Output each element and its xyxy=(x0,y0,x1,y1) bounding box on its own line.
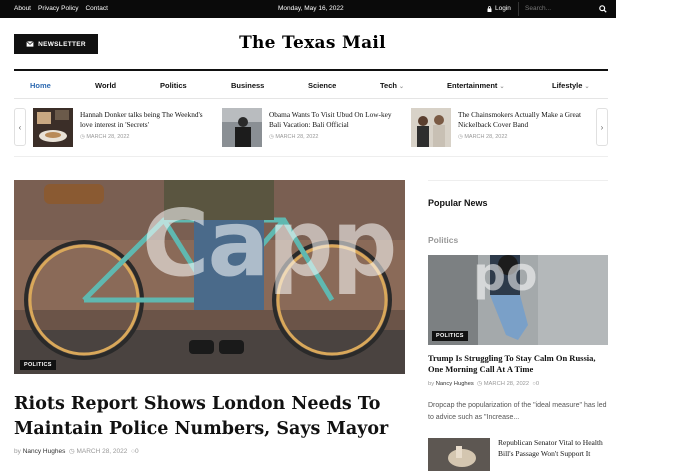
chevron-left-icon: ‹ xyxy=(18,122,22,132)
top-bar: About Privacy Policy Contact Monday, May… xyxy=(0,0,616,18)
login-link[interactable]: Login xyxy=(487,5,511,12)
current-date: Monday, May 16, 2022 xyxy=(278,5,344,12)
date-text: MARCH 28, 2022 xyxy=(275,134,319,140)
comment-count[interactable]: 0 xyxy=(536,381,539,387)
nav-item-business[interactable]: Business xyxy=(231,81,264,90)
search-icon[interactable] xyxy=(599,5,607,13)
sidebar-watermark: po xyxy=(473,255,538,301)
nav-item-tech[interactable]: Tech ⌄ xyxy=(380,81,404,90)
search-input[interactable]: Search... xyxy=(518,2,610,16)
ticker-title[interactable]: Obama Wants To Visit Ubud On Low-key Bal… xyxy=(269,110,399,130)
category-badge[interactable]: POLITICS xyxy=(432,331,468,341)
sidebar-featured-image[interactable]: po POLITICS xyxy=(428,255,608,345)
sidebar-featured-title[interactable]: Trump Is Struggling To Stay Calm On Russ… xyxy=(428,353,608,375)
clock-icon: ◷ xyxy=(68,448,75,455)
chevron-right-icon: › xyxy=(600,122,604,132)
category-badge[interactable]: POLITICS xyxy=(20,360,56,370)
lock-icon xyxy=(487,5,492,12)
ticker-date: ◷ MARCH 28, 2022 xyxy=(269,134,319,140)
ticker-thumbnail xyxy=(33,108,73,147)
nav-label: Entertainment xyxy=(447,81,498,90)
ticker-date: ◷ MARCH 28, 2022 xyxy=(458,134,508,140)
main-nav: Home World Politics Business Science Tec… xyxy=(14,69,608,99)
chevron-down-icon: ⌄ xyxy=(499,84,505,90)
sidebar-next-photo xyxy=(428,438,490,471)
post-date: MARCH 28, 2022 xyxy=(483,381,530,387)
hero-watermark: Capp xyxy=(142,190,397,297)
hero-image[interactable]: Capp POLITICS xyxy=(14,180,405,374)
nav-item-science[interactable]: Science xyxy=(308,81,336,90)
ticker-date: ◷ MARCH 28, 2022 xyxy=(80,134,130,140)
clock-icon: ◷ xyxy=(477,381,483,387)
author-link[interactable]: Nancy Hughes xyxy=(436,381,474,387)
ticker-carousel: ‹ Hannah Donker talks being The Weeknd's… xyxy=(14,100,608,157)
popular-news-heading: Popular News xyxy=(428,198,488,208)
nav-label: Tech xyxy=(380,81,397,90)
sidebar-next-title[interactable]: Republican Senator Vital to Health Bill'… xyxy=(498,438,606,459)
nav-label: Science xyxy=(308,81,337,90)
envelope-icon xyxy=(26,41,34,47)
newsletter-button[interactable]: NEWSLETTER xyxy=(14,34,98,54)
nav-item-entertainment[interactable]: Entertainment ⌄ xyxy=(447,81,504,90)
nav-item-world[interactable]: World xyxy=(95,81,116,90)
nav-item-home[interactable]: Home xyxy=(30,81,51,90)
nav-item-lifestyle[interactable]: Lifestyle ⌄ xyxy=(552,81,589,90)
author-link[interactable]: Nancy Hughes xyxy=(23,448,66,455)
privacy-policy-link[interactable]: Privacy Policy xyxy=(38,5,78,12)
chevron-down-icon: ⌄ xyxy=(584,84,590,90)
login-label: Login xyxy=(495,5,511,12)
nav-label: Lifestyle xyxy=(552,81,583,90)
chevron-down-icon: ⌄ xyxy=(398,84,404,90)
ticker-prev-button[interactable]: ‹ xyxy=(14,108,26,146)
nav-label: Business xyxy=(231,81,265,90)
ticker-next-button[interactable]: › xyxy=(596,108,608,146)
top-links: About Privacy Policy Contact xyxy=(14,5,108,12)
about-link[interactable]: About xyxy=(14,5,31,12)
sidebar-divider xyxy=(428,180,608,181)
hero-headline[interactable]: Riots Report Shows London Needs To Maint… xyxy=(14,392,405,442)
ticker-thumbnail xyxy=(222,108,262,147)
author-prefix: by xyxy=(14,448,21,455)
author-prefix: by xyxy=(428,381,435,387)
ticker-title[interactable]: Hannah Donker talks being The Weeknd's l… xyxy=(80,110,210,130)
site-logo[interactable]: The Texas Mail xyxy=(190,33,435,53)
date-text: MARCH 28, 2022 xyxy=(86,134,130,140)
newsletter-label: NEWSLETTER xyxy=(38,40,86,48)
comment-count[interactable]: 0 xyxy=(135,448,139,455)
nav-label: Politics xyxy=(160,81,187,90)
search-placeholder: Search... xyxy=(525,5,552,12)
nav-label: World xyxy=(95,81,117,90)
ticker-thumbnail xyxy=(411,108,451,147)
ticker-title[interactable]: The Chainsmokers Actually Make a Great N… xyxy=(458,110,588,130)
sidebar-featured-meta: by Nancy Hughes ◷ MARCH 28, 2022 ○0 xyxy=(428,381,539,387)
sidebar-featured-excerpt: Dropcap the popularization of the "ideal… xyxy=(428,402,607,421)
contact-link[interactable]: Contact xyxy=(85,5,107,12)
post-date: MARCH 28, 2022 xyxy=(76,448,128,455)
politics-heading[interactable]: Politics xyxy=(428,235,458,245)
date-text: MARCH 28, 2022 xyxy=(464,134,508,140)
hero-meta: by Nancy Hughes ◷ MARCH 28, 2022 ○0 xyxy=(14,447,139,455)
nav-label: Home xyxy=(30,81,51,90)
nav-item-politics[interactable]: Politics xyxy=(160,81,187,90)
sidebar-next-thumbnail[interactable] xyxy=(428,438,490,471)
